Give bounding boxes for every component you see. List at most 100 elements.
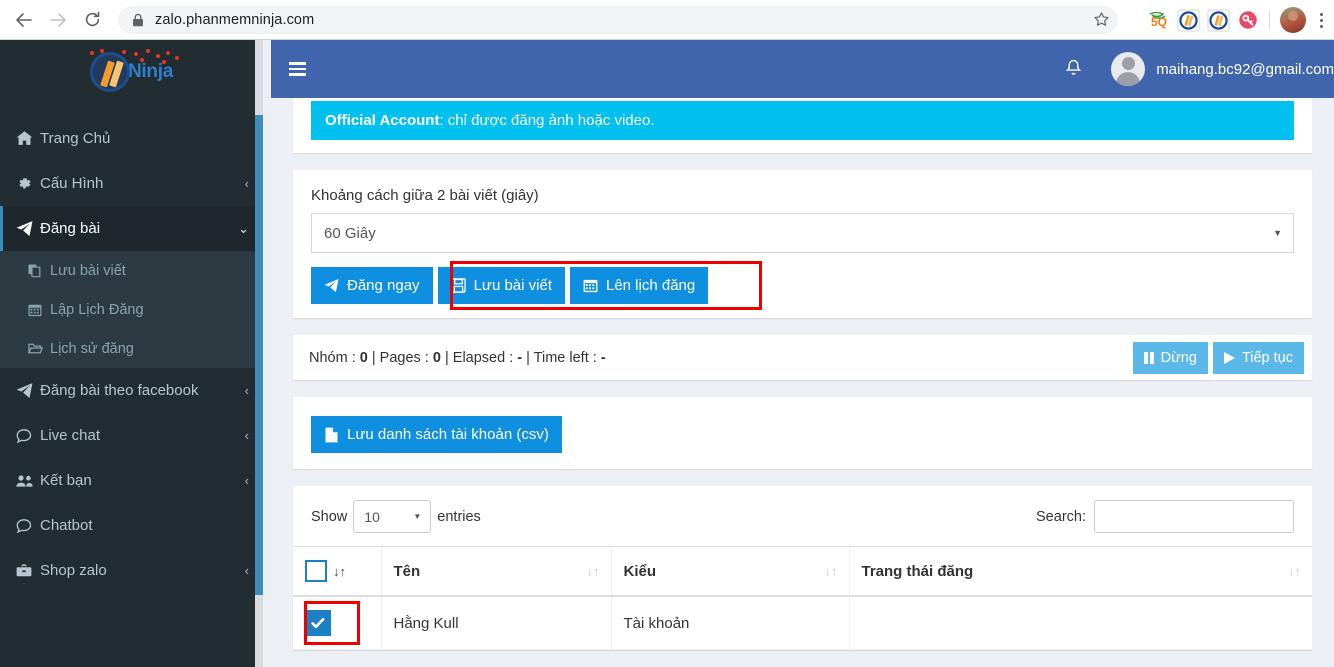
- schedule-post-button[interactable]: Lên lịch đăng: [569, 267, 709, 304]
- sidebar-item-label: Cấu Hình: [40, 175, 104, 192]
- datatable-search-control: Search:: [1036, 500, 1294, 533]
- folder-open-icon: [28, 341, 50, 356]
- chevron-left-icon: ‹: [244, 428, 249, 443]
- user-menu[interactable]: maihang.bc92@gmail.com: [1111, 52, 1334, 86]
- extension-key-icon[interactable]: [1233, 5, 1263, 35]
- pause-button[interactable]: Dừng: [1133, 341, 1208, 374]
- chevron-left-icon: ‹: [244, 473, 249, 488]
- chevron-down-icon: ⌄: [238, 220, 249, 236]
- column-ten[interactable]: Tên ↓↑: [380, 546, 611, 597]
- user-email: maihang.bc92@gmail.com: [1156, 60, 1334, 78]
- sidebar-menu: Trang Chủ Cấu Hình ‹ Đăng bài ⌄ Lưu bài …: [0, 104, 263, 593]
- app-logo[interactable]: Ninja: [0, 40, 263, 104]
- extension-5q-icon[interactable]: 5Q: [1143, 5, 1173, 35]
- alert-strong-text: Official Account: [325, 112, 440, 129]
- page-length-select[interactable]: 10 ▼: [353, 500, 432, 533]
- sidebar-item-label: Đăng bài theo facebook: [40, 382, 199, 399]
- back-arrow-icon[interactable]: [8, 4, 40, 36]
- post-now-label: Đăng ngay: [347, 277, 420, 294]
- save-post-button[interactable]: Lưu bài viết: [437, 267, 565, 304]
- status-timeleft-value: -: [600, 349, 606, 366]
- browser-nav-buttons: [0, 4, 108, 36]
- show-label: Show: [311, 508, 348, 525]
- sidebar: Ninja Trang Chủ Cấu Hình ‹ Đăng bài ⌄ Lư…: [0, 40, 263, 667]
- post-now-button[interactable]: Đăng ngay: [311, 267, 433, 304]
- table-row[interactable]: Hằng Kull Tài khoản: [293, 596, 1312, 650]
- main-scroll-region: Official Account: chỉ được đăng ảnh hoặc…: [271, 98, 1334, 667]
- paper-plane-icon: [16, 220, 40, 237]
- status-elapsed-label: | Elapsed :: [440, 349, 518, 366]
- sidebar-item-chatbot[interactable]: Chatbot: [0, 503, 263, 548]
- alert-text: : chỉ được đăng ảnh hoặc video.: [439, 112, 655, 129]
- alert-official-account: Official Account: chỉ được đăng ảnh hoặc…: [311, 101, 1294, 140]
- top-navbar: maihang.bc92@gmail.com: [271, 40, 1334, 98]
- column-kieu[interactable]: Kiểu ↓↑: [610, 546, 849, 597]
- resume-label: Tiếp tục: [1241, 349, 1293, 366]
- forward-arrow-icon[interactable]: [42, 4, 74, 36]
- row-checkbox-checked[interactable]: [305, 610, 331, 636]
- sidebar-item-ket-ban[interactable]: Kết bạn ‹: [0, 458, 263, 503]
- app-root: Ninja Trang Chủ Cấu Hình ‹ Đăng bài ⌄ Lư…: [0, 40, 1334, 667]
- toolbar-divider: [1269, 11, 1270, 29]
- notification-bell-icon[interactable]: [1064, 59, 1083, 79]
- comment-icon: [16, 428, 40, 444]
- pause-label: Dừng: [1160, 349, 1197, 366]
- status-controls: Dừng Tiếp tục: [1133, 341, 1304, 374]
- content-area: maihang.bc92@gmail.com Official Account:…: [271, 40, 1334, 667]
- save-accounts-csv-label: Lưu danh sách tài khoản (csv): [347, 426, 549, 443]
- resume-button[interactable]: Tiếp tục: [1212, 341, 1304, 374]
- extension-ninja-2-icon[interactable]: [1203, 5, 1233, 35]
- export-csv-box: Lưu danh sách tài khoản (csv): [293, 397, 1312, 469]
- table-header-row: ↓↑ Tên ↓↑ Kiểu ↓↑ Trang thái đăng ↓↑: [293, 546, 1312, 597]
- sidebar-item-live-chat[interactable]: Live chat ‹: [0, 413, 263, 458]
- post-action-buttons: Đăng ngay Lưu bài viết Lên lịch đăng: [311, 261, 1294, 310]
- extension-ninja-1-icon[interactable]: [1173, 5, 1203, 35]
- sidebar-item-cau-hinh[interactable]: Cấu Hình ‹: [0, 161, 263, 206]
- reload-icon[interactable]: [76, 4, 108, 36]
- sidebar-item-dang-bai[interactable]: Đăng bài ⌄: [0, 206, 263, 251]
- accounts-table-body: Hằng Kull Tài khoản: [293, 596, 1312, 650]
- column-trang-thai-dang[interactable]: Trang thái đăng ↓↑: [848, 546, 1312, 597]
- interval-select[interactable]: 60 Giây ▼: [311, 213, 1294, 253]
- column-select-all[interactable]: ↓↑: [293, 546, 381, 597]
- sort-icon[interactable]: ↓↑: [587, 565, 600, 578]
- browser-extensions: 5Q: [1143, 0, 1334, 40]
- chrome-menu-icon[interactable]: [1310, 5, 1332, 35]
- address-bar[interactable]: zalo.phanmemninja.com: [118, 5, 1118, 34]
- gear-icon: [16, 176, 40, 192]
- progress-status-bar: Nhóm : 0 | Pages : 0 | Elapsed : - | Tim…: [293, 335, 1312, 380]
- datatable-controls: Show 10 ▼ entries Search:: [293, 486, 1312, 546]
- sidebar-subitem-luu-bai-viet[interactable]: Lưu bài viết: [0, 251, 263, 290]
- sidebar-item-dang-bai-theo-facebook[interactable]: Đăng bài theo facebook ‹: [0, 368, 263, 413]
- row-name-cell: Hằng Kull: [380, 596, 611, 650]
- save-post-label: Lưu bài viết: [473, 277, 552, 294]
- sidebar-item-trang-chu[interactable]: Trang Chủ: [0, 116, 263, 161]
- sidebar-scrollbar-track[interactable]: [255, 40, 263, 667]
- sidebar-item-label: Đăng bài: [40, 220, 101, 237]
- address-bar-url: zalo.phanmemninja.com: [155, 11, 315, 28]
- sort-icon[interactable]: ↓↑: [1288, 565, 1301, 578]
- sort-icon[interactable]: ↓↑: [333, 565, 346, 578]
- save-accounts-csv-button[interactable]: Lưu danh sách tài khoản (csv): [311, 416, 562, 453]
- sidebar-item-label: Live chat: [40, 427, 101, 444]
- briefcase-icon: [16, 563, 40, 579]
- sidebar-scrollbar-thumb[interactable]: [255, 115, 263, 595]
- sort-icon[interactable]: ↓↑: [825, 565, 838, 578]
- status-groups-value: 0: [359, 349, 368, 366]
- sidebar-item-shop-zalo[interactable]: Shop zalo ‹: [0, 548, 263, 593]
- sidebar-subitem-label: Lịch sử đăng: [50, 340, 134, 357]
- bookmark-star-icon[interactable]: [1088, 7, 1114, 33]
- sidebar-subitem-lap-lich-dang[interactable]: Lập Lịch Đăng: [0, 290, 263, 329]
- profile-avatar[interactable]: [1280, 7, 1306, 33]
- select-all-checkbox[interactable]: [305, 560, 327, 582]
- sidebar-subitem-lich-su-dang[interactable]: Lịch sử đăng: [0, 329, 263, 368]
- schedule-post-label: Lên lịch đăng: [605, 277, 696, 294]
- status-pages-label: | Pages :: [367, 349, 433, 366]
- paper-plane-icon: [16, 382, 40, 399]
- pause-icon: [1144, 351, 1154, 364]
- row-select-cell[interactable]: [293, 596, 381, 650]
- column-header-label: Tên: [393, 562, 421, 580]
- search-input[interactable]: [1094, 500, 1294, 533]
- interval-label: Khoảng cách giữa 2 bài viết (giây): [311, 187, 539, 204]
- hamburger-icon[interactable]: [289, 62, 306, 76]
